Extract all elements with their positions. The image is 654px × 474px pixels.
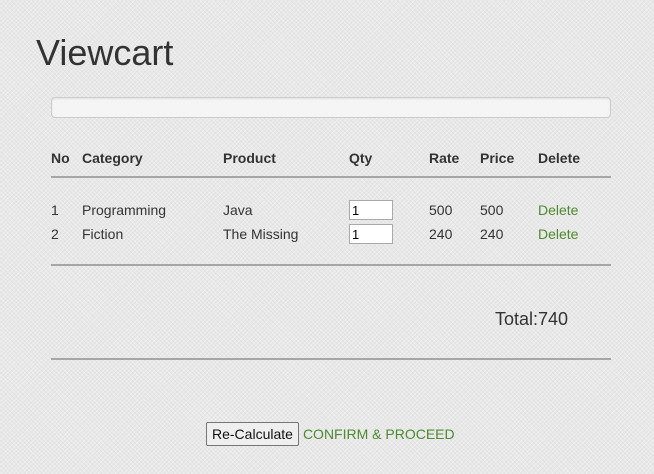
table-spacer — [51, 177, 611, 198]
cell-no: 2 — [51, 226, 59, 242]
qty-input[interactable] — [349, 200, 393, 220]
cell-category: Fiction — [82, 226, 124, 242]
cell-category: Programming — [82, 202, 167, 218]
cell-no: 1 — [51, 202, 59, 218]
page-title: Viewcart — [36, 32, 174, 73]
cell-price: 500 — [480, 202, 504, 218]
header-product: Product — [223, 140, 349, 178]
cell-qty — [349, 198, 429, 222]
cell-rate: 500 — [429, 202, 453, 218]
cell-product: The Missing — [223, 226, 299, 242]
table-footer-rule — [51, 246, 611, 266]
table-row: 1 Programming Java 500 500 Delete — [51, 198, 611, 222]
cell-product: Java — [223, 202, 253, 218]
header-category: Category — [82, 140, 223, 178]
cart-table: No Category Product Qty Rate Price Delet… — [51, 140, 611, 266]
header-qty: Qty — [349, 140, 429, 178]
table-row: 2 Fiction The Missing 240 240 Delete — [51, 222, 611, 246]
recalculate-button[interactable]: Re-Calculate — [206, 422, 299, 446]
cell-qty — [349, 222, 429, 246]
cell-rate: 240 — [429, 226, 453, 242]
header-no: No — [51, 140, 82, 178]
table-header-row: No Category Product Qty Rate Price Delet… — [51, 140, 611, 178]
qty-input[interactable] — [349, 224, 393, 244]
cart-total: Total:740 — [495, 309, 569, 329]
header-delete: Delete — [538, 140, 611, 178]
cell-delete: Delete — [538, 198, 611, 222]
cell-price: 240 — [480, 226, 504, 242]
cell-delete: Delete — [538, 222, 611, 246]
bottom-divider — [51, 358, 611, 360]
header-price: Price — [480, 140, 538, 178]
header-rate: Rate — [429, 140, 480, 178]
progress-bar — [51, 97, 611, 118]
delete-link[interactable]: Delete — [538, 226, 578, 242]
cart-actions: Re-Calculate CONFIRM & PROCEED — [206, 422, 455, 446]
delete-link[interactable]: Delete — [538, 202, 578, 218]
confirm-proceed-link[interactable]: CONFIRM & PROCEED — [303, 426, 455, 442]
